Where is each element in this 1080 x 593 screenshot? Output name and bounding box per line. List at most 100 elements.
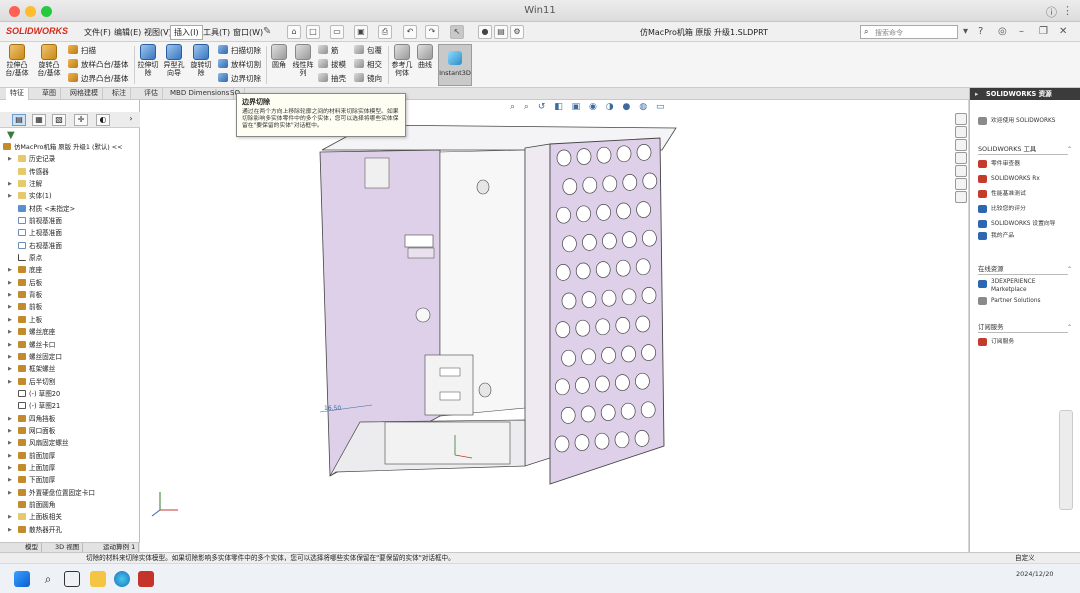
home-icon[interactable]: ⌂ bbox=[287, 25, 301, 39]
expand-arrow-icon[interactable]: ▶ bbox=[8, 178, 12, 190]
save-icon[interactable]: ▣ bbox=[354, 25, 368, 39]
select-icon[interactable]: ↖ bbox=[450, 25, 464, 39]
boundary-cut-button[interactable]: 边界切除 bbox=[218, 73, 261, 84]
expand-arrow-icon[interactable]: ▶ bbox=[8, 437, 12, 449]
pin-icon[interactable]: ✎ bbox=[263, 26, 271, 37]
rib-button[interactable]: 筋 bbox=[318, 45, 339, 56]
menu-file[interactable]: 文件(F) bbox=[84, 27, 111, 38]
expand-arrow-icon[interactable]: ▶ bbox=[8, 474, 12, 486]
tree-item[interactable]: ▶ 下面加厚 bbox=[0, 474, 140, 486]
welcome-link[interactable]: 欢迎使用 SOLIDWORKS bbox=[978, 116, 1055, 127]
curves-button[interactable]: 曲线 bbox=[416, 44, 434, 69]
home-tab-icon[interactable] bbox=[955, 113, 967, 125]
dimension-value[interactable]: 16.50 bbox=[324, 405, 341, 412]
hole-wizard-button[interactable]: 异型孔向导 bbox=[162, 44, 186, 77]
solidworks-logo[interactable]: SOLIDWORKS bbox=[6, 26, 68, 36]
tree-item[interactable]: ▶ 螺丝底座 bbox=[0, 326, 140, 338]
tree-item[interactable]: 前视基准面 bbox=[0, 215, 140, 227]
tree-item[interactable]: ▶ 前板 bbox=[0, 301, 140, 313]
menu-tools[interactable]: 工具(T) bbox=[203, 27, 230, 38]
tab-3d-views[interactable]: 3D 视图 bbox=[52, 543, 84, 552]
edge-browser-icon[interactable] bbox=[114, 571, 130, 587]
file-properties-icon[interactable]: ▤ bbox=[494, 25, 508, 39]
expand-arrow-icon[interactable]: ▶ bbox=[8, 326, 12, 338]
tab-mesh-modeling[interactable]: 网格建模 bbox=[66, 88, 103, 100]
online-collapse-icon[interactable]: ⌃ bbox=[1067, 266, 1072, 273]
expand-arrow-icon[interactable]: ▶ bbox=[8, 363, 12, 375]
lofted-cut-button[interactable]: 放样切割 bbox=[218, 59, 261, 70]
tray-date[interactable]: 2024/12/20 bbox=[1016, 570, 1053, 579]
expand-arrow-icon[interactable]: ▶ bbox=[8, 153, 12, 165]
property-manager-tab-icon[interactable]: ▦ bbox=[32, 114, 46, 126]
sweep-button[interactable]: 扫描 bbox=[68, 45, 96, 56]
user-icon[interactable]: ◎ bbox=[998, 26, 1007, 37]
tool-link-5[interactable]: 我的产品 bbox=[978, 231, 1068, 242]
panel-collapse-icon[interactable]: ▸ bbox=[975, 88, 978, 100]
tree-item[interactable]: 原点 bbox=[0, 252, 140, 264]
tool-link-2[interactable]: 性能基准测试 bbox=[978, 189, 1068, 200]
help-icon[interactable]: ? bbox=[978, 26, 983, 37]
revolved-cut-button[interactable]: 旋转切除 bbox=[189, 44, 213, 77]
part-model[interactable]: 16.50 bbox=[140, 100, 968, 552]
tree-item[interactable]: ▶ 背板 bbox=[0, 289, 140, 301]
expand-arrow-icon[interactable]: ▶ bbox=[8, 524, 12, 536]
menu-view[interactable]: 视图(V) bbox=[144, 27, 172, 38]
expand-arrow-icon[interactable]: ▶ bbox=[8, 314, 12, 326]
instant3d-button[interactable]: Instant3D bbox=[438, 44, 472, 86]
tab-features[interactable]: 特征 bbox=[6, 88, 29, 100]
task-view-icon[interactable] bbox=[64, 571, 80, 587]
tool-link-1[interactable]: SOLIDWORKS Rx bbox=[978, 174, 1068, 185]
tree-item[interactable]: ▶ 四角挡板 bbox=[0, 413, 140, 425]
subscription-collapse-icon[interactable]: ⌃ bbox=[1067, 324, 1072, 331]
dimxpert-tab-icon[interactable]: ✛ bbox=[74, 114, 88, 126]
expand-arrow-icon[interactable]: ▶ bbox=[8, 277, 12, 289]
tree-item[interactable]: ▶ 实体(1) bbox=[0, 190, 140, 202]
tree-item[interactable]: ▶ 散热器开孔 bbox=[0, 524, 140, 536]
subscription-link[interactable]: 订阅服务 bbox=[978, 337, 1068, 348]
search-commands-input[interactable]: ⌕ 搜索命令 bbox=[860, 25, 958, 39]
tree-item[interactable]: ▶ 上板 bbox=[0, 314, 140, 326]
file-explorer-tab-icon[interactable] bbox=[955, 152, 967, 164]
redo-icon[interactable]: ↷ bbox=[425, 25, 439, 39]
expand-arrow-icon[interactable]: ▶ bbox=[8, 450, 12, 462]
swept-cut-button[interactable]: 扫描切除 bbox=[218, 45, 261, 56]
tab-evaluate[interactable]: 评估 bbox=[140, 88, 163, 100]
tab-mbd-dimensions[interactable]: MBD Dimensions bbox=[166, 88, 235, 100]
feature-manager-tab-icon[interactable]: ▤ bbox=[12, 114, 26, 126]
tree-item[interactable]: ▶ 上面板相关 bbox=[0, 511, 140, 523]
draft-button[interactable]: 拔模 bbox=[318, 59, 346, 70]
linear-pattern-button[interactable]: 线性阵列 bbox=[292, 44, 314, 77]
tree-item[interactable]: ▶ 网口面板 bbox=[0, 425, 140, 437]
tree-item[interactable]: ▶ 框架螺丝 bbox=[0, 363, 140, 375]
tree-item[interactable]: ▶ 螺丝固定口 bbox=[0, 351, 140, 363]
open-folder-icon[interactable]: ▭ bbox=[330, 25, 344, 39]
new-document-icon[interactable]: □ bbox=[306, 25, 320, 39]
expand-arrow-icon[interactable]: ▶ bbox=[8, 301, 12, 313]
expand-arrow-icon[interactable]: ▶ bbox=[8, 264, 12, 276]
menu-window[interactable]: 窗口(W) bbox=[233, 27, 263, 38]
custom-properties-tab-icon[interactable] bbox=[955, 191, 967, 203]
windows-start-icon[interactable] bbox=[14, 571, 30, 587]
expand-arrow-icon[interactable]: ▶ bbox=[8, 511, 12, 523]
options-gear-icon[interactable]: ⚙ bbox=[510, 25, 524, 39]
tree-item[interactable]: ▶ 后半切割 bbox=[0, 376, 140, 388]
extruded-cut-button[interactable]: 拉伸切除 bbox=[137, 44, 159, 77]
expand-arrow-icon[interactable]: ▶ bbox=[8, 289, 12, 301]
expand-arrow-icon[interactable]: ▶ bbox=[8, 462, 12, 474]
tree-item[interactable]: (-) 草图21 bbox=[0, 400, 140, 412]
expand-arrow-icon[interactable]: ▶ bbox=[8, 487, 12, 499]
expand-arrow-icon[interactable]: ▶ bbox=[8, 351, 12, 363]
window-close-icon[interactable]: ✕ bbox=[1059, 26, 1067, 37]
print-icon[interactable]: ⎙ bbox=[378, 25, 392, 39]
marketplace-link[interactable]: 3DEXPERIENCE Marketplace bbox=[978, 279, 1068, 296]
tree-item[interactable]: ▶ 历史记录 bbox=[0, 153, 140, 165]
panel-expand-icon[interactable]: › bbox=[124, 114, 138, 126]
expand-arrow-icon[interactable]: ▶ bbox=[8, 376, 12, 388]
info-icon[interactable]: ⓘ bbox=[1046, 4, 1057, 20]
undo-icon[interactable]: ↶ bbox=[403, 25, 417, 39]
tool-link-3[interactable]: 比较您的评分 bbox=[978, 204, 1068, 215]
tree-root[interactable]: 仿MacPro机箱 原版 升级1 (默认) << bbox=[0, 141, 140, 153]
intersect-button[interactable]: 相交 bbox=[354, 59, 382, 70]
partner-solutions-link[interactable]: Partner Solutions bbox=[978, 296, 1068, 307]
tree-item[interactable]: ▶ 上面加厚 bbox=[0, 462, 140, 474]
